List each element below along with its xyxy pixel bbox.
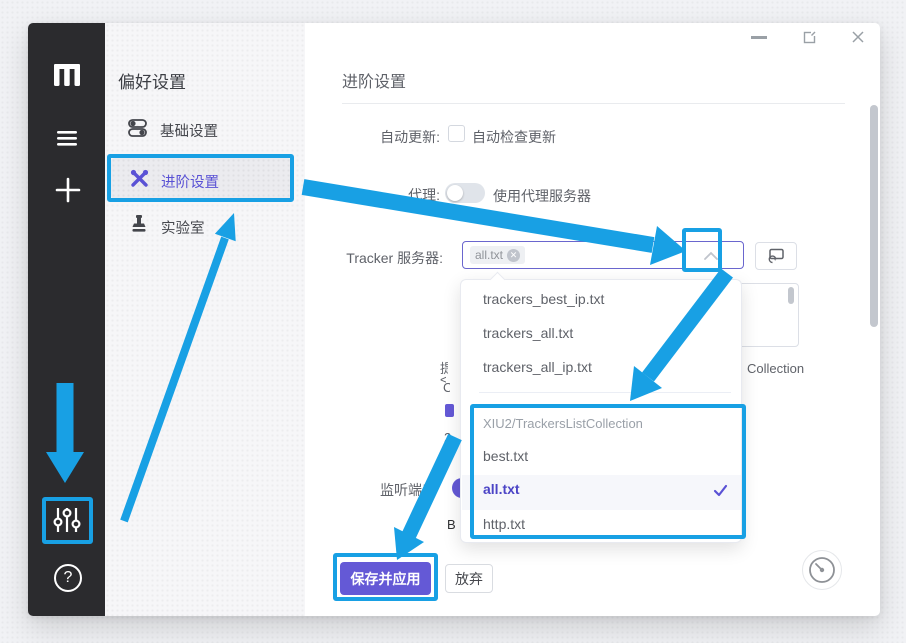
sidebar-item-lab[interactable]: 实验室: [161, 217, 205, 238]
annotation-box-dropdown-group: [470, 404, 746, 539]
sync-trackers-button[interactable]: [755, 242, 797, 270]
sidebar-item-basic-settings[interactable]: 基础设置: [160, 120, 218, 141]
sync-trackers-icon: [768, 248, 785, 264]
annotation-box-save-button: [333, 553, 438, 601]
dropdown-option[interactable]: trackers_best_ip.txt: [483, 291, 604, 307]
motrix-logo-icon: [52, 61, 82, 88]
title-divider: [342, 103, 845, 104]
selected-tag: all.txt ✕: [470, 246, 525, 264]
annotation-box-chevron: [682, 228, 722, 272]
proxy-toggle[interactable]: [445, 183, 485, 203]
add-task-icon[interactable]: [55, 177, 81, 203]
textarea-scrollbar[interactable]: [788, 287, 794, 304]
basic-settings-icon: [128, 119, 147, 137]
help-icon[interactable]: ?: [54, 564, 82, 592]
tag-remove-icon[interactable]: ✕: [507, 249, 520, 262]
occluded-fragment: B: [447, 517, 455, 532]
speedometer-icon: [808, 556, 836, 584]
auto-update-label: 自动更新:: [340, 127, 440, 147]
dropdown-option[interactable]: trackers_all_ip.txt: [483, 359, 592, 375]
dropdown-group-divider: [479, 392, 731, 393]
annotation-box-advanced-settings: [107, 154, 294, 202]
speed-gauge-button[interactable]: [802, 550, 842, 590]
dropdown-option[interactable]: trackers_all.txt: [483, 325, 573, 341]
content-scrollbar[interactable]: [870, 105, 878, 327]
proxy-label: 代理:: [340, 185, 440, 205]
auto-update-checkbox-label[interactable]: 自动检查更新: [472, 127, 556, 147]
annotation-box-settings-icon: [42, 497, 93, 544]
close-button[interactable]: [851, 30, 865, 44]
maximize-button[interactable]: [803, 30, 817, 44]
tag-label: all.txt: [475, 248, 503, 262]
auto-update-checkbox[interactable]: [448, 125, 465, 142]
preferences-title: 偏好设置: [118, 68, 186, 93]
occluded-fragment: C: [443, 380, 450, 395]
app-window: ? 偏好设置 基础设置 进阶设置 实验室 进阶设置: [28, 23, 880, 616]
occluded-purple-fragment: [445, 404, 454, 417]
lab-icon: [131, 215, 147, 233]
discard-button[interactable]: 放弃: [445, 564, 493, 593]
minimize-button[interactable]: [751, 36, 767, 39]
screenshot-stage: ? 偏好设置 基础设置 进阶设置 实验室 进阶设置: [0, 0, 906, 643]
task-list-icon[interactable]: [57, 130, 77, 146]
listen-port-label: 监听端口: [380, 480, 436, 500]
occluded-collection-text: Collection: [747, 361, 804, 376]
occluded-fragment: 2: [444, 430, 452, 445]
toggle-knob: [447, 185, 463, 201]
tracker-label: Tracker 服务器:: [263, 248, 443, 268]
proxy-toggle-label[interactable]: 使用代理服务器: [493, 186, 591, 206]
page-title: 进阶设置: [342, 68, 406, 92]
preferences-panel: [105, 23, 305, 616]
